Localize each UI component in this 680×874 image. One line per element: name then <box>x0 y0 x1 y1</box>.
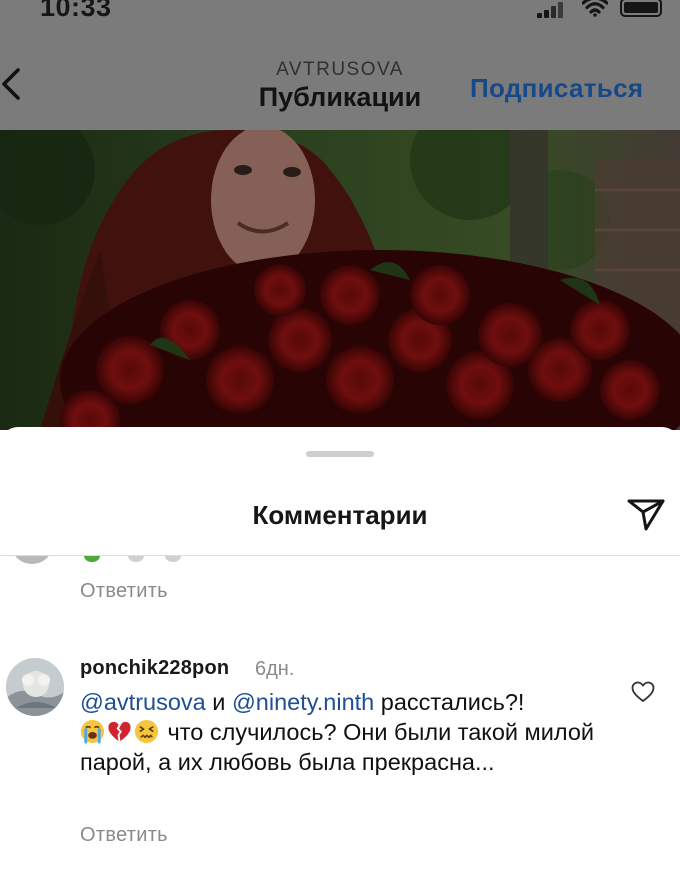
reply-button[interactable]: Ответить <box>80 824 168 847</box>
mention-link[interactable]: @ninety.ninth <box>232 689 374 715</box>
sheet-title: Комментарии <box>252 500 428 530</box>
status-bar: 10:33 <box>0 0 680 28</box>
account-name: AVTRUSOVA <box>276 59 404 80</box>
status-time: 10:33 <box>40 0 112 22</box>
comment-age: 6дн. <box>255 658 295 680</box>
comment-text: @avtrusova и @ninety.ninth расстались?! … <box>80 687 610 777</box>
avatar[interactable] <box>6 658 64 716</box>
comment-username[interactable]: ponchik228pon <box>80 657 229 680</box>
comment-text-fragment: расстались?! <box>374 689 525 715</box>
navigation-bar: AVTRUSOVA Публикации Подписаться <box>0 28 680 130</box>
broken-heart-icon <box>108 721 131 742</box>
comment-text-fragment: и <box>205 689 232 715</box>
emoji-icon <box>84 556 100 562</box>
cellular-signal-icon <box>537 2 563 18</box>
send-icon[interactable] <box>626 495 666 533</box>
emoji-icon <box>165 556 181 562</box>
emoji-icon <box>128 556 144 562</box>
heart-outline-icon[interactable] <box>631 681 655 703</box>
post-photo <box>0 130 680 430</box>
battery-icon <box>620 0 662 17</box>
previous-comment-partial <box>0 556 680 566</box>
page-title: Публикации <box>258 82 422 112</box>
avatar <box>12 556 52 564</box>
reply-button[interactable]: Ответить <box>80 580 168 603</box>
loudly-crying-face-icon <box>80 719 105 744</box>
confounded-face-icon <box>134 719 159 744</box>
chevron-left-icon[interactable] <box>0 64 30 104</box>
mention-link[interactable]: @avtrusova <box>80 689 206 715</box>
subscribe-button[interactable]: Подписаться <box>470 73 643 104</box>
sheet-grabber[interactable] <box>306 451 374 457</box>
comments-sheet: Комментарии Ответить ponchik228pon 6дн. … <box>0 427 680 874</box>
wifi-icon <box>582 0 608 17</box>
